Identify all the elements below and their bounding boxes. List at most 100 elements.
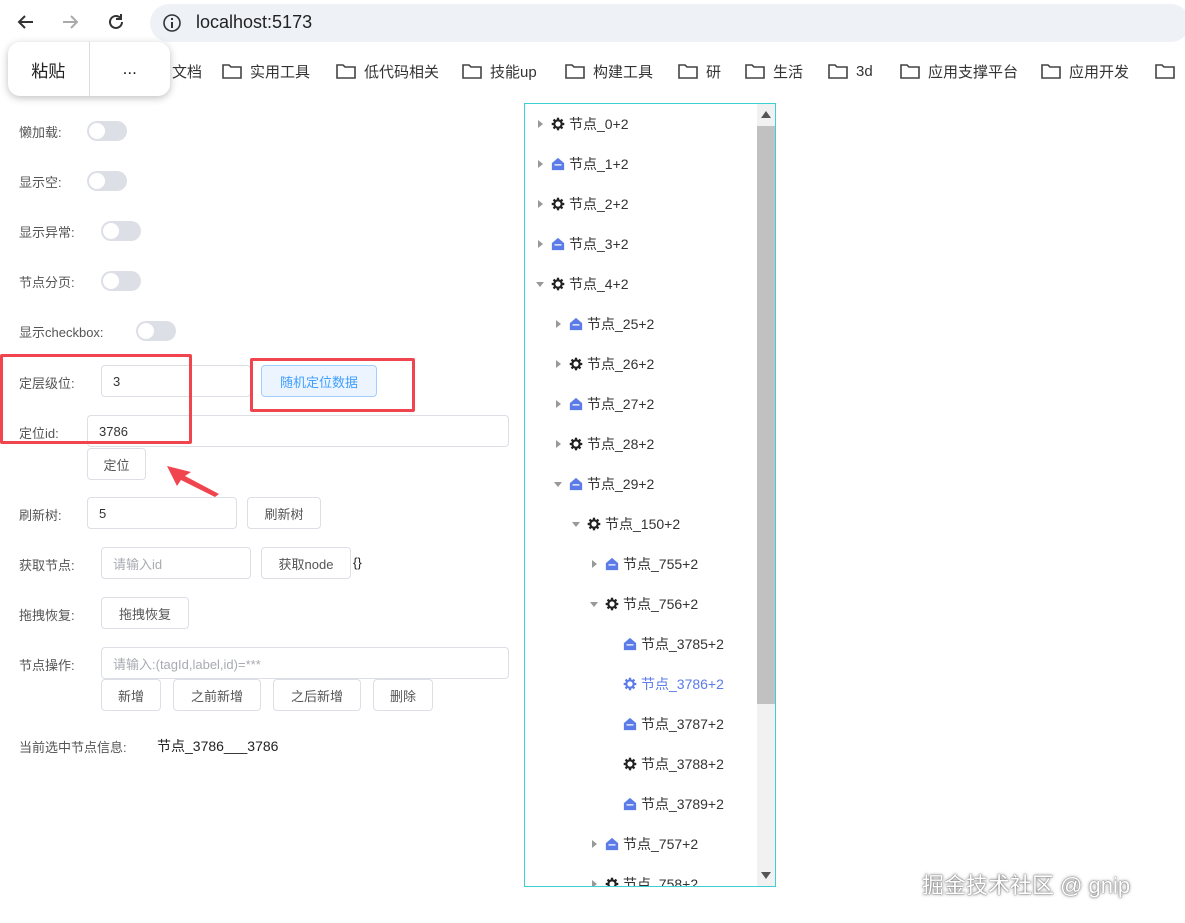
caret-down-icon[interactable]: [590, 600, 598, 608]
tree-node-toggle[interactable]: [551, 400, 565, 408]
tree-node[interactable]: 节点_3786+2: [605, 673, 724, 695]
tree-node[interactable]: 节点_2+2: [533, 193, 629, 215]
tree-node[interactable]: 节点_27+2: [551, 393, 654, 415]
bookmark-overflow-folder[interactable]: [1155, 60, 1183, 82]
info-icon[interactable]: [162, 13, 182, 33]
bookmark-item[interactable]: 文档: [172, 60, 202, 82]
tree-node-toggle[interactable]: [533, 200, 547, 208]
tree-node[interactable]: 节点_1+2: [533, 153, 629, 175]
tree-node[interactable]: 节点_150+2: [569, 513, 680, 535]
scrollbar-thumb[interactable]: [757, 126, 775, 704]
tree-node-toggle[interactable]: [551, 320, 565, 328]
tree-node-toggle[interactable]: [551, 480, 565, 488]
caret-right-icon[interactable]: [554, 360, 562, 368]
scroll-up-icon[interactable]: [760, 110, 772, 120]
bookmark-item[interactable]: 技能up: [462, 60, 537, 82]
caret-right-icon[interactable]: [590, 560, 598, 568]
tree-node[interactable]: 节点_4+2: [533, 273, 629, 295]
tree-node-toggle[interactable]: [587, 560, 601, 568]
tree-node[interactable]: 节点_3+2: [533, 233, 629, 255]
caret-right-icon[interactable]: [536, 120, 544, 128]
bookmark-item[interactable]: 实用工具: [222, 60, 310, 82]
tree-node[interactable]: 节点_0+2: [533, 113, 629, 135]
tree-node[interactable]: 节点_3788+2: [605, 753, 724, 775]
tree-node-toggle[interactable]: [533, 280, 547, 288]
empty-switch[interactable]: [87, 171, 127, 191]
tree-node[interactable]: 节点_26+2: [551, 353, 654, 375]
caret-down-icon[interactable]: [554, 480, 562, 488]
checkbox-switch[interactable]: [136, 321, 176, 341]
add-button[interactable]: 新增: [101, 679, 161, 711]
caret-down-icon[interactable]: [572, 520, 580, 528]
lazy-label: 懒加载:: [19, 125, 62, 140]
tree-node-toggle[interactable]: [587, 840, 601, 848]
folder-icon: [1041, 64, 1061, 79]
tree-node[interactable]: 节点_758+2: [587, 873, 698, 887]
bookmark-item[interactable]: 生活: [745, 60, 803, 82]
add-after-button[interactable]: 之后新增: [273, 679, 361, 711]
tree-node-toggle[interactable]: [551, 360, 565, 368]
paste-menu-item[interactable]: 粘贴: [8, 42, 89, 96]
bookmark-item[interactable]: 应用支撑平台: [900, 60, 1018, 82]
tree-node-toggle[interactable]: [533, 240, 547, 248]
paging-switch[interactable]: [101, 271, 141, 291]
tree-node-label: 节点_756+2: [623, 596, 699, 612]
tree-node-toggle[interactable]: [533, 120, 547, 128]
tree-node-label: 节点_3788+2: [641, 756, 724, 772]
tree-node-toggle[interactable]: [533, 160, 547, 168]
caret-right-icon[interactable]: [536, 160, 544, 168]
tree-node-toggle[interactable]: [551, 440, 565, 448]
caret-down-icon[interactable]: [536, 280, 544, 288]
caret-right-icon[interactable]: [536, 240, 544, 248]
tree-node[interactable]: 节点_757+2: [587, 833, 698, 855]
caret-right-icon[interactable]: [554, 440, 562, 448]
tree-node-toggle[interactable]: [587, 880, 601, 887]
tree-node[interactable]: 节点_755+2: [587, 553, 698, 575]
tree-node-toggle[interactable]: [569, 520, 583, 528]
bookmark-item[interactable]: 构建工具: [565, 60, 653, 82]
tree-node-toggle[interactable]: [587, 600, 601, 608]
tree-node[interactable]: 节点_28+2: [551, 433, 654, 455]
tree-node[interactable]: 节点_25+2: [551, 313, 654, 335]
caret-right-icon[interactable]: [536, 200, 544, 208]
add-before-button[interactable]: 之前新增: [173, 679, 261, 711]
more-menu-item[interactable]: ...: [90, 42, 171, 96]
caret-right-icon[interactable]: [554, 400, 562, 408]
bookmark-item[interactable]: 应用开发: [1041, 60, 1129, 82]
home-icon: [605, 557, 619, 571]
forward-button[interactable]: [58, 10, 82, 34]
get-node-input[interactable]: 请输入id: [101, 547, 251, 579]
bookmark-item[interactable]: 研: [678, 60, 721, 82]
tree-node[interactable]: 节点_756+2: [587, 593, 698, 615]
get-node-button[interactable]: 获取node: [261, 547, 351, 579]
bookmark-item[interactable]: 低代码相关: [336, 60, 439, 82]
locate-button[interactable]: 定位: [87, 448, 146, 480]
caret-right-icon[interactable]: [554, 320, 562, 328]
bookmark-label: 低代码相关: [364, 63, 440, 81]
lazy-switch[interactable]: [87, 121, 127, 141]
tree-node-label: 节点_27+2: [587, 396, 655, 412]
delete-button[interactable]: 删除: [373, 679, 433, 711]
gear-icon: [551, 197, 565, 211]
node-op-input[interactable]: 请输入:(tagId,label,id)=***: [101, 647, 509, 679]
tree-node[interactable]: 节点_3789+2: [605, 793, 724, 815]
tree-node[interactable]: 节点_3787+2: [605, 713, 724, 735]
refresh-tree-button[interactable]: 刷新树: [247, 497, 321, 529]
bookmark-item[interactable]: 3d: [828, 60, 873, 82]
back-button[interactable]: [14, 10, 38, 34]
error-switch[interactable]: [101, 221, 141, 241]
tree-node[interactable]: 节点_29+2: [551, 473, 654, 495]
current-node-value: 节点_3786___3786: [157, 738, 279, 754]
caret-right-icon[interactable]: [590, 880, 598, 887]
tree-node-label: 节点_757+2: [623, 836, 699, 852]
scroll-down-icon[interactable]: [760, 870, 772, 880]
tree-node-label: 节点_28+2: [587, 436, 655, 452]
folder-icon: [745, 64, 765, 79]
reload-button[interactable]: [104, 10, 128, 34]
drag-restore-button[interactable]: 拖拽恢复: [101, 597, 189, 629]
folder-icon: [900, 64, 920, 79]
address-bar[interactable]: localhost:5173: [150, 4, 1185, 42]
caret-right-icon[interactable]: [590, 840, 598, 848]
refresh-input[interactable]: 5: [87, 497, 237, 529]
tree-node[interactable]: 节点_3785+2: [605, 633, 724, 655]
